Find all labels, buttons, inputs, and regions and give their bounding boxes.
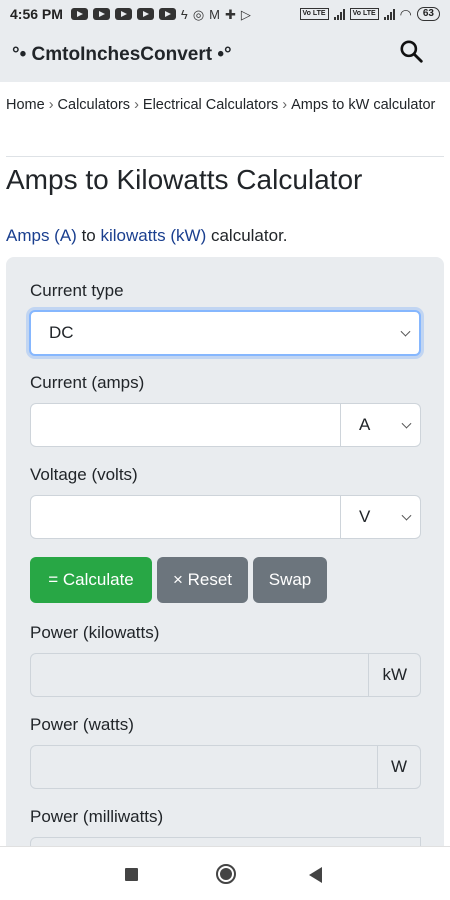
- back-icon[interactable]: [309, 867, 322, 883]
- power-watts-output[interactable]: [30, 745, 378, 789]
- instagram-icon: ◎: [192, 6, 205, 22]
- youtube-icon: [114, 8, 132, 20]
- app-header: °• CmtoInchesConvert •°: [0, 28, 450, 82]
- volte-icon: Vo LTE: [299, 8, 329, 20]
- zepto-icon: ϟ: [180, 6, 188, 22]
- youtube-icon: [92, 8, 110, 20]
- notification-icons: ϟ ◎ M ✚ ▷: [70, 6, 251, 22]
- battery-icon: 63: [416, 7, 440, 21]
- intro-suffix: calculator.: [206, 226, 288, 245]
- navigation-bar: [0, 846, 450, 900]
- voltage-unit-select[interactable]: V: [341, 495, 421, 539]
- search-button[interactable]: [398, 38, 428, 68]
- power-kilowatts-output[interactable]: [30, 653, 370, 697]
- breadcrumb-current-page: Amps to kW calculator: [291, 97, 436, 113]
- current-type-value: DC: [49, 323, 74, 342]
- swap-button[interactable]: Swap: [253, 557, 327, 603]
- gmail-icon: M: [209, 6, 220, 22]
- breadcrumb-home[interactable]: Home: [6, 97, 45, 113]
- power-milliwatts-label: Power (milliwatts): [30, 807, 164, 826]
- status-bar: 4:56 PM ϟ ◎ M ✚ ▷ Vo LTE Vo LTE ◠ 63: [0, 0, 450, 28]
- power-kilowatts-label: Power (kilowatts): [30, 623, 160, 642]
- current-input-group: A: [30, 403, 421, 447]
- voltage-input[interactable]: [30, 495, 341, 539]
- amps-link[interactable]: Amps (A): [6, 226, 77, 245]
- search-icon: [400, 40, 423, 63]
- home-icon[interactable]: [216, 864, 236, 884]
- current-input[interactable]: [30, 403, 341, 447]
- current-label: Current (amps): [30, 373, 145, 392]
- site-logo[interactable]: °• CmtoInchesConvert •°: [12, 44, 232, 66]
- signal-icon: [333, 8, 345, 20]
- breadcrumb: Home › Calculators › Electrical Calculators ›…: [6, 91, 442, 120]
- chevron-down-icon: [401, 418, 412, 429]
- power-watts-group: W: [30, 745, 421, 789]
- reset-button[interactable]: × Reset: [157, 557, 248, 603]
- intro-text: Amps (A) to kilowatts (kW) calculator.: [6, 226, 288, 246]
- divider: [6, 156, 444, 157]
- power-watts-label: Power (watts): [30, 715, 134, 734]
- kilowatts-link[interactable]: kilowatts (kW): [100, 226, 206, 245]
- youtube-icon: [136, 8, 154, 20]
- breadcrumb-calculators[interactable]: Calculators: [58, 97, 131, 113]
- intro-connector: to: [76, 226, 101, 245]
- breadcrumb-separator: ›: [48, 97, 54, 113]
- page-title: Amps to Kilowatts Calculator: [6, 164, 363, 195]
- voltage-label: Voltage (volts): [30, 465, 138, 484]
- volte-icon: Vo LTE: [349, 8, 379, 20]
- current-unit-value: A: [359, 415, 371, 434]
- youtube-icon: [158, 8, 176, 20]
- current-type-select[interactable]: DC: [29, 310, 421, 356]
- calculate-button[interactable]: = Calculate: [30, 557, 152, 603]
- recents-icon[interactable]: [125, 868, 138, 881]
- youtube-icon: [70, 8, 88, 20]
- breadcrumb-separator: ›: [134, 97, 139, 113]
- current-type-label: Current type: [30, 281, 124, 300]
- power-kilowatts-unit: kW: [369, 653, 421, 697]
- voltage-unit-value: V: [359, 507, 371, 526]
- system-icons: Vo LTE Vo LTE ◠ 63: [299, 5, 440, 23]
- play-store-icon: ▷: [240, 6, 251, 22]
- power-watts-unit: W: [377, 745, 421, 789]
- chevron-down-icon: [401, 510, 412, 521]
- puzzle-icon: ✚: [225, 6, 236, 22]
- signal-icon: [383, 8, 395, 20]
- power-kilowatts-group: kW: [30, 653, 421, 697]
- wifi-icon: ◠: [399, 5, 412, 22]
- breadcrumb-separator: ›: [282, 97, 288, 113]
- chevron-down-icon: [400, 326, 411, 337]
- voltage-input-group: V: [30, 495, 421, 539]
- status-time: 4:56 PM: [10, 6, 63, 22]
- current-unit-select[interactable]: A: [341, 403, 421, 447]
- breadcrumb-electrical-calculators[interactable]: Electrical Calculators: [143, 97, 278, 113]
- calculator-form: Current type DC Current (amps) A Voltage…: [6, 257, 444, 881]
- button-row: = Calculate × Reset Swap: [30, 557, 327, 603]
